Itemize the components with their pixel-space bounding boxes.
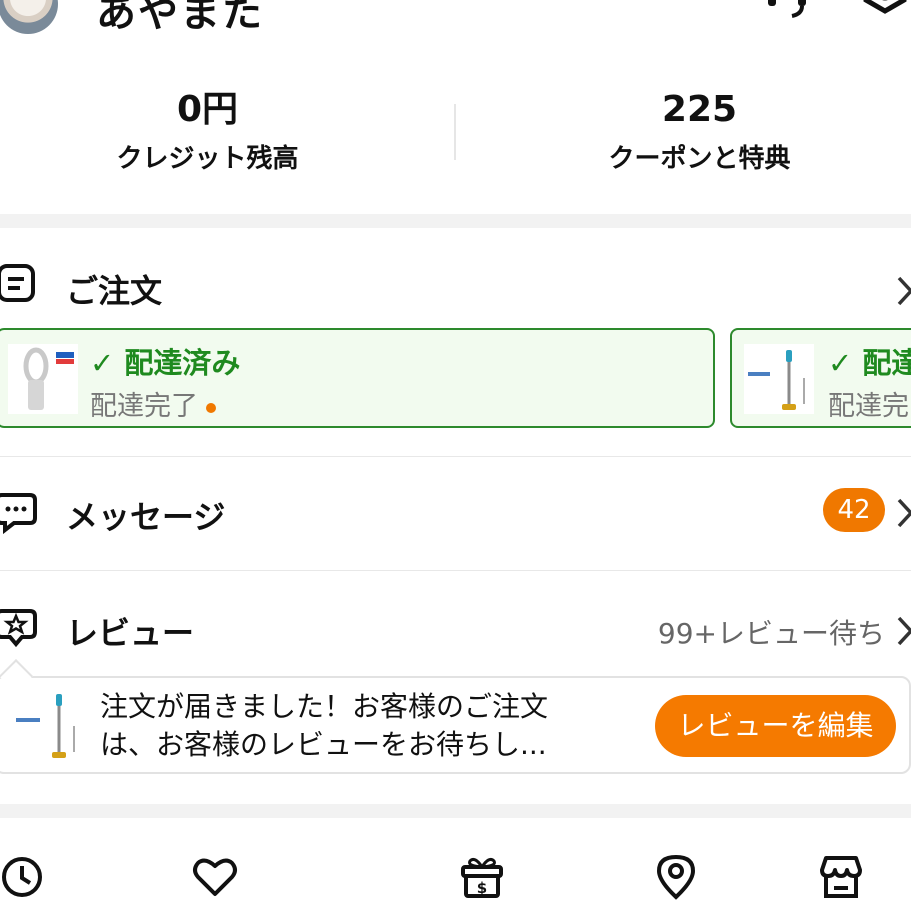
section-gap xyxy=(0,214,911,228)
credit-balance[interactable]: 0円 クレジット残高 xyxy=(0,86,435,175)
messages-title: メッセージ xyxy=(66,498,226,536)
order-card[interactable]: ✓ 配達済み 配達完了 xyxy=(0,328,715,428)
order-substatus: 配達完 xyxy=(828,391,909,422)
coupons-benefits[interactable]: 225 クーポンと特典 xyxy=(472,86,911,175)
section-gap xyxy=(0,804,911,818)
cordless-vacuum-product-image xyxy=(14,690,82,762)
profile-header: あやまた xyxy=(0,0,911,50)
message-bubble-icon xyxy=(0,493,37,534)
account-stats: 0円 クレジット残高 225 クーポンと特典 xyxy=(0,86,911,196)
credit-value: 0円 xyxy=(176,89,239,130)
messages-count-badge: 42 xyxy=(823,488,885,532)
review-prompt-line1: 注文が届きました！お客様のご注文 xyxy=(100,690,549,723)
edit-review-button[interactable]: レビューを編集 xyxy=(655,695,896,757)
chevron-right-icon xyxy=(897,498,911,528)
heart-icon[interactable] xyxy=(190,852,240,902)
review-prompt-text: 注文が届きました！お客様のご注文 は、お客様のレビューをお待ちし... xyxy=(100,688,620,764)
credit-label: クレジット残高 xyxy=(116,144,299,174)
unread-dot xyxy=(206,402,216,413)
review-prompt-line2: は、お客様のレビューをお待ちし... xyxy=(100,728,547,761)
messages-row[interactable]: メッセージ xyxy=(0,482,911,544)
history-clock-icon[interactable] xyxy=(0,852,50,902)
coupons-label: クーポンと特典 xyxy=(608,144,791,174)
reviews-pending-count[interactable]: 99+レビュー待ち xyxy=(658,612,885,652)
order-substatus: 配達完了 xyxy=(90,384,216,423)
review-star-bubble-icon xyxy=(0,609,37,648)
avatar[interactable] xyxy=(0,0,58,34)
air-purifier-product-image xyxy=(8,344,78,414)
stats-divider xyxy=(454,104,456,160)
svg-text:$: $ xyxy=(477,879,487,897)
cordless-vacuum-product-image xyxy=(744,344,814,414)
order-status: ✓ 配達済み xyxy=(90,346,241,380)
reviews-title: レビュー xyxy=(66,614,195,652)
chevron-right-icon xyxy=(897,276,911,306)
row-divider xyxy=(0,570,911,571)
orders-list-icon xyxy=(0,264,35,302)
orders-row[interactable]: ご注文 xyxy=(0,258,911,318)
coupons-value: 225 xyxy=(661,89,738,130)
gift-icon[interactable]: $ xyxy=(457,852,507,902)
user-name: あやまた xyxy=(96,0,264,36)
headset-icon[interactable] xyxy=(764,0,810,22)
order-card[interactable]: ✓ 配達 配達完 xyxy=(730,328,911,428)
store-icon[interactable] xyxy=(816,852,866,902)
chevron-right-icon xyxy=(897,616,911,646)
order-status: ✓ 配達 xyxy=(828,346,911,380)
location-pin-icon[interactable] xyxy=(651,852,701,902)
orders-title: ご注文 xyxy=(66,272,163,310)
row-divider xyxy=(0,456,911,457)
settings-icon[interactable] xyxy=(862,0,908,22)
